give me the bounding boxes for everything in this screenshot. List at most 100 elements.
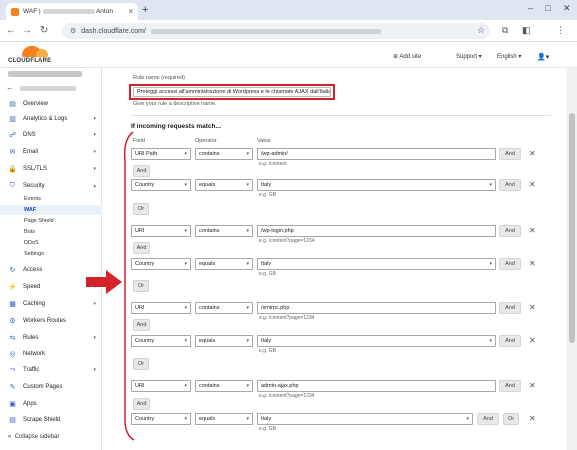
sidebar-item-network[interactable]: ◎ Network (0, 348, 102, 360)
and-button[interactable]: And (133, 319, 150, 331)
and-button[interactable]: And (499, 258, 521, 270)
account-selector[interactable] (8, 71, 92, 77)
back-arrow-icon[interactable]: ← (6, 25, 16, 36)
sidebar-item-scrape-shield[interactable]: ▤ Scrape Shield (0, 414, 102, 426)
remove-icon[interactable]: ✕ (529, 381, 536, 390)
field-select[interactable]: URI ▾ (131, 302, 191, 314)
chevron-down-icon: ▾ (184, 261, 187, 267)
and-button[interactable]: And (133, 165, 150, 177)
new-tab-button[interactable]: + (142, 4, 148, 16)
reload-icon[interactable]: ↻ (40, 25, 48, 36)
operator-select[interactable]: contains ▾ (195, 225, 253, 237)
country-select[interactable]: Italy ▾ (257, 335, 496, 347)
sidebar-sub-settings[interactable]: Settings (24, 251, 44, 257)
url-input[interactable]: ⚙ dash.cloudflare.com/ (62, 23, 490, 39)
or-button[interactable]: Or (133, 280, 149, 292)
country-select[interactable]: Italy ▾ (257, 179, 496, 191)
sidebar-sub-events[interactable]: Events (24, 196, 41, 202)
field-select[interactable]: Country ▾ (131, 413, 191, 425)
sidebar-item-apps[interactable]: ▣ Apps (0, 398, 102, 410)
sidebar-item-overview[interactable]: ▤ Overview (0, 98, 102, 110)
field-select[interactable]: URI ▾ (131, 380, 191, 392)
remove-icon[interactable]: ✕ (529, 226, 536, 235)
rule-name-input[interactable]: Proteggi accessi all'amministrazione di … (133, 87, 331, 97)
sidebar-sub-bots[interactable]: Bots (24, 229, 35, 235)
sidebar-item-traffic[interactable]: ⤳ Traffic ▾ (0, 364, 102, 376)
user-menu-icon[interactable]: 👤▾ (537, 53, 549, 61)
close-tab-icon[interactable]: × (128, 7, 133, 16)
remove-icon[interactable]: ✕ (529, 414, 536, 423)
field-select[interactable]: Country ▾ (131, 179, 191, 191)
or-button[interactable]: Or (133, 203, 149, 215)
sidebar-item-workers[interactable]: ⚙ Workers Routes (0, 315, 102, 327)
language-dropdown[interactable]: English ▾ (497, 53, 521, 60)
value-input[interactable]: /wp-login.php (257, 225, 496, 237)
back-icon[interactable]: ← (6, 83, 14, 92)
remove-icon[interactable]: ✕ (529, 180, 536, 189)
and-button[interactable]: And (499, 380, 521, 392)
operator-select[interactable]: contains ▾ (195, 302, 253, 314)
support-dropdown[interactable]: Support ▾ (456, 53, 482, 60)
browser-tab[interactable]: WAF | Anton × (6, 3, 138, 20)
traffic-icon: ⤳ (9, 366, 16, 373)
add-site-button[interactable]: ⊕ Add site (393, 53, 421, 60)
and-button[interactable]: And (133, 398, 150, 410)
or-button[interactable]: Or (133, 358, 149, 370)
country-select[interactable]: Italy ▾ (257, 258, 496, 270)
sidebar-item-dns[interactable]: ☍ DNS ▾ (0, 129, 102, 141)
minimize-icon[interactable]: – (528, 3, 533, 13)
and-button[interactable]: And (499, 179, 521, 191)
operator-select[interactable]: equals ▾ (195, 179, 253, 191)
sidebar-item-rules[interactable]: ⇆ Rules ▾ (0, 332, 102, 344)
remove-icon[interactable]: ✕ (529, 149, 536, 158)
sidebar-item-custom-pages[interactable]: ✎ Custom Pages (0, 381, 102, 393)
and-button[interactable]: And (499, 302, 521, 314)
remove-icon[interactable]: ✕ (529, 259, 536, 268)
and-button[interactable]: And (499, 335, 521, 347)
operator-select[interactable]: equals ▾ (195, 413, 253, 425)
operator-select[interactable]: contains ▾ (195, 148, 253, 160)
and-button[interactable]: And (499, 148, 521, 160)
sidebar-item-security[interactable]: ⛉ Security ▴ (0, 180, 102, 192)
field-select[interactable]: URI ▾ (131, 225, 191, 237)
chevron-down-icon: ▾ (184, 338, 187, 344)
sidebar-sub-page-shield[interactable]: Page Shield (24, 218, 54, 224)
maximize-icon[interactable]: □ (545, 3, 550, 13)
menu-dots-icon[interactable]: ⋮ (556, 25, 565, 36)
close-window-icon[interactable]: ✕ (563, 3, 571, 14)
sidebar-item-ssl[interactable]: 🔒 SSL/TLS ▾ (0, 163, 102, 175)
bookmark-star-icon[interactable]: ☆ (477, 25, 485, 36)
chevron-down-icon: ▾ (93, 116, 96, 122)
or-button[interactable]: Or (503, 413, 519, 425)
site-info-icon[interactable]: ⚙ (70, 27, 76, 35)
scrollbar-thumb[interactable] (569, 113, 575, 343)
profile-icon[interactable]: ◧ (522, 25, 531, 36)
forward-arrow-icon[interactable]: → (22, 25, 32, 36)
rule-name-highlight: Proteggi accessi all'amministrazione di … (129, 84, 335, 100)
and-button[interactable]: And (477, 413, 499, 425)
and-button[interactable]: And (133, 242, 150, 254)
operator-select[interactable]: equals ▾ (195, 335, 253, 347)
field-select[interactable]: Country ▾ (131, 335, 191, 347)
remove-icon[interactable]: ✕ (529, 303, 536, 312)
sidebar-item-analytics[interactable]: ▥ Analytics & Logs ▾ (0, 113, 102, 125)
scrollbar[interactable] (567, 68, 577, 450)
remove-icon[interactable]: ✕ (529, 336, 536, 345)
field-select[interactable]: Country ▾ (131, 258, 191, 270)
value-input[interactable]: /xmlrpc.php (257, 302, 496, 314)
sidebar-sub-waf[interactable]: WAF (0, 205, 102, 215)
sidebar-item-email[interactable]: ✉ Email ▾ (0, 146, 102, 158)
and-button[interactable]: And (499, 225, 521, 237)
value-input[interactable]: /wp-admin/ (257, 148, 496, 160)
sidebar-item-caching[interactable]: ▦ Caching ▾ (0, 298, 102, 310)
collapse-sidebar-button[interactable]: « Collapse sidebar (8, 434, 59, 440)
extensions-icon[interactable]: ⧉ (502, 25, 508, 36)
field-select[interactable]: URI Path ▾ (131, 148, 191, 160)
operator-select[interactable]: equals ▾ (195, 258, 253, 270)
operator-select[interactable]: contains ▾ (195, 380, 253, 392)
sidebar-sub-ddos[interactable]: DDoS (24, 240, 39, 246)
cloudflare-logo[interactable]: CLOUDFLARE (8, 45, 54, 65)
value-hint: e.g. /content?page=1234 (259, 315, 315, 321)
value-input[interactable]: admin-ajax.php (257, 380, 496, 392)
country-select[interactable]: Italy ▾ (257, 413, 473, 425)
